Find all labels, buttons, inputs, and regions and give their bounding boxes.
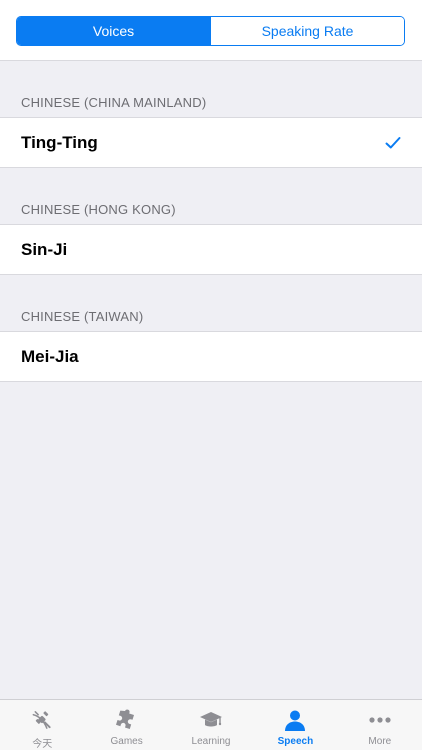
voice-row-mei-jia[interactable]: Mei-Jia [0, 331, 422, 382]
tab-learning[interactable]: Learning [169, 700, 253, 750]
tab-label: 今天 [32, 739, 53, 750]
checkmark-icon [385, 136, 401, 148]
voices-list: CHINESE (CHINA MAINLAND) Ting-Ting CHINE… [0, 61, 422, 382]
person-icon [285, 710, 306, 731]
tab-label: Games [110, 736, 143, 747]
voice-name: Sin-Ji [21, 239, 68, 259]
tab-label: Speech [277, 736, 314, 747]
satellite-icon [32, 711, 51, 729]
voice-name: Mei-Jia [21, 346, 79, 366]
puzzle-icon [115, 709, 134, 729]
section-header-hong-kong: CHINESE (HONG KONG) [21, 202, 176, 217]
segment-speaking-rate[interactable]: Speaking Rate [210, 17, 404, 45]
tab-label: More [368, 736, 392, 747]
voice-name: Ting-Ting [21, 132, 98, 152]
tab-label: Learning [191, 736, 231, 747]
tab-bar: 今天 Games Learning Speech More [0, 699, 422, 750]
voice-row-ting-ting[interactable]: Ting-Ting [0, 117, 422, 168]
voice-row-sin-ji[interactable]: Sin-Ji [0, 224, 422, 275]
tab-games[interactable]: Games [84, 700, 168, 750]
top-bar: Voices Speaking Rate [0, 0, 422, 61]
section-header-taiwan: CHINESE (TAIWAN) [21, 309, 144, 324]
segment-voices[interactable]: Voices [17, 17, 210, 45]
graduation-cap-icon [200, 712, 223, 727]
tab-today[interactable]: 今天 [0, 700, 84, 750]
tab-speech[interactable]: Speech [253, 700, 337, 750]
tab-more[interactable]: More [338, 700, 422, 750]
more-dots-icon [369, 717, 391, 723]
voice-settings-segmented-control: Voices Speaking Rate [16, 16, 405, 46]
section-header-china-mainland: CHINESE (CHINA MAINLAND) [21, 95, 207, 110]
